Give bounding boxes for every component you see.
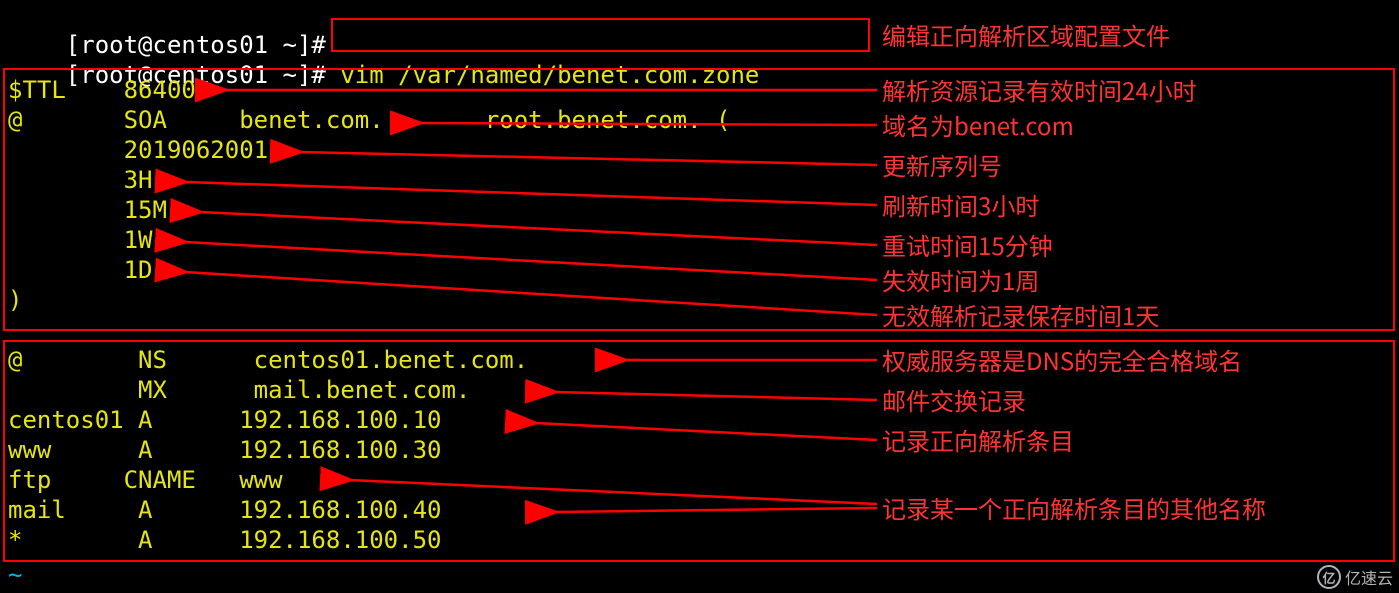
- annotation-minimum: 无效解析记录保存时间1天: [882, 300, 1159, 330]
- annotation-serial: 更新序列号: [882, 150, 1002, 180]
- prompt-line-0: [root@centos01 ~]#: [8, 0, 326, 30]
- terminal-screen: [root@centos01 ~]# [root@centos01 ~]# vi…: [0, 0, 1399, 593]
- highlight-box-cmd: [331, 18, 870, 52]
- watermark-label: 亿速云: [1345, 565, 1393, 589]
- annotation-ns: 权威服务器是DNS的完全合格域名: [882, 345, 1242, 375]
- annotation-cname: 记录某一个正向解析条目的其他名称: [882, 493, 1266, 523]
- annotation-mx: 邮件交换记录: [882, 385, 1026, 415]
- watermark-icon: 亿: [1317, 565, 1341, 589]
- annotation-ttl: 解析资源记录有效时间24小时: [882, 75, 1197, 105]
- annotation-domain: 域名为benet.com: [882, 110, 1074, 140]
- annotation-retry: 重试时间15分钟: [882, 230, 1053, 260]
- annotation-edit-zone-file: 编辑正向解析区域配置文件: [882, 20, 1170, 50]
- annotation-expire: 失效时间为1周: [882, 265, 1039, 295]
- vim-tilde-line: ~: [8, 560, 22, 590]
- watermark: 亿 亿速云: [1317, 565, 1393, 589]
- annotation-refresh: 刷新时间3小时: [882, 190, 1039, 220]
- highlight-box-block1: [3, 68, 1395, 331]
- annotation-a-record: 记录正向解析条目: [882, 425, 1074, 455]
